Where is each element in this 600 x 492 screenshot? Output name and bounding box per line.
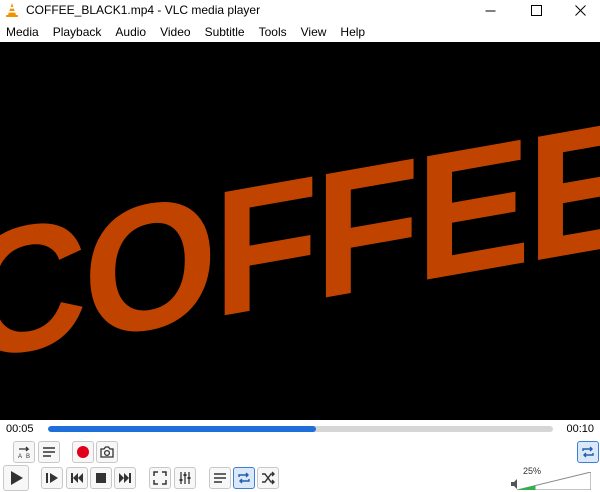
seek-row: 00:05 00:10: [0, 420, 600, 438]
menu-help[interactable]: Help: [333, 22, 372, 42]
stop-button[interactable]: [90, 467, 112, 489]
maximize-icon: [530, 4, 542, 16]
menu-playback[interactable]: Playback: [46, 22, 109, 42]
minimize-button[interactable]: [468, 0, 512, 20]
snapshot-icon: [100, 446, 114, 458]
playlist-icon: [214, 473, 226, 483]
shuffle-icon: [262, 471, 275, 485]
menu-bar: Media Playback Audio Video Subtitle Tool…: [0, 22, 600, 42]
next-icon: [119, 473, 131, 483]
ab-loop-button[interactable]: A B: [13, 441, 35, 463]
stop-icon: [96, 473, 106, 483]
ab-loop-icon: A B: [18, 446, 30, 460]
previous-button[interactable]: [66, 467, 88, 489]
playlist-frame-button[interactable]: [38, 441, 60, 463]
next-button[interactable]: [114, 467, 136, 489]
svg-text:A: A: [18, 454, 22, 460]
playlist-button[interactable]: [209, 467, 231, 489]
snapshot-button[interactable]: [96, 441, 118, 463]
fullscreen-button[interactable]: [149, 467, 171, 489]
maximize-button[interactable]: [514, 0, 558, 20]
playlist-frame-icon: [43, 447, 55, 457]
menu-subtitle[interactable]: Subtitle: [198, 22, 252, 42]
record-icon: [77, 446, 89, 458]
seek-progress: [48, 426, 316, 432]
loop-icon: [238, 472, 250, 484]
volume-slider[interactable]: [517, 472, 591, 490]
loop-button[interactable]: [233, 467, 255, 489]
previous-icon: [71, 473, 83, 483]
record-button[interactable]: [72, 441, 94, 463]
video-frame: COFFEE: [0, 80, 600, 400]
fullscreen-icon: [153, 471, 167, 485]
menu-tools[interactable]: Tools: [252, 22, 294, 42]
loop-toggle-icon: [582, 446, 594, 458]
vlc-cone-icon: [6, 3, 18, 17]
menu-audio[interactable]: Audio: [108, 22, 153, 42]
menu-video[interactable]: Video: [153, 22, 197, 42]
video-coffee-text: COFFEE: [0, 80, 600, 400]
seek-bar[interactable]: [48, 426, 553, 432]
elapsed-time: 00:05: [6, 423, 34, 435]
close-icon: [574, 4, 586, 16]
svg-text:B: B: [26, 454, 30, 460]
volume-control[interactable]: 25%: [510, 466, 594, 490]
play-icon: [11, 471, 23, 485]
extended-settings-icon: [179, 472, 191, 484]
loop-toggle-button[interactable]: [577, 441, 599, 463]
frame-step-button[interactable]: [41, 467, 63, 489]
menu-view[interactable]: View: [294, 22, 334, 42]
close-button[interactable]: [558, 0, 600, 20]
play-button[interactable]: [3, 465, 29, 491]
shuffle-button[interactable]: [257, 467, 279, 489]
extended-settings-button[interactable]: [174, 467, 196, 489]
total-time: 00:10: [566, 423, 594, 435]
minimize-icon: [485, 10, 495, 11]
frame-step-icon: [46, 473, 58, 483]
menu-media[interactable]: Media: [0, 22, 46, 42]
window-title: COFFEE_BLACK1.mp4 - VLC media player: [26, 3, 261, 17]
video-display[interactable]: COFFEE: [0, 42, 600, 420]
